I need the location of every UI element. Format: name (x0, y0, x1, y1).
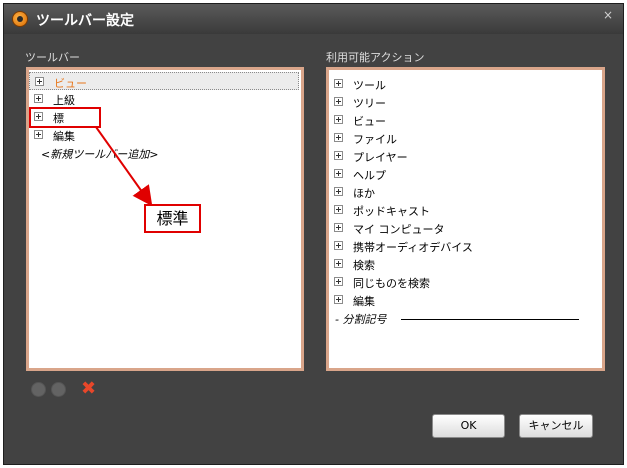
expand-icon[interactable] (334, 241, 343, 250)
action-item-label: 検索 (353, 259, 375, 272)
title-bar: ツールバー設定 × (4, 4, 623, 34)
expand-icon[interactable] (334, 259, 343, 268)
expand-icon[interactable] (334, 223, 343, 232)
available-actions-list[interactable]: ツール ツリー ビュー ファイル プレイヤー ヘルプ ほか ポッドキャスト マイ… (326, 67, 605, 371)
action-item-label: ヘルプ (353, 169, 386, 182)
action-item[interactable]: 検索 (329, 255, 599, 273)
action-item-label: 携帯オーディオデバイス (353, 241, 473, 254)
action-item[interactable]: 編集 (329, 291, 599, 309)
annotation-highlight-box (29, 107, 101, 128)
action-item[interactable]: ポッドキャスト (329, 201, 599, 219)
expand-icon[interactable] (334, 151, 343, 160)
toolbar-item-label: ビュー (54, 77, 87, 90)
toolbar-item-label: 編集 (53, 130, 75, 143)
dialog-title: ツールバー設定 (36, 13, 134, 29)
annotation-callout: 標準 (144, 204, 201, 233)
close-icon[interactable]: × (603, 8, 613, 22)
expand-icon[interactable] (334, 205, 343, 214)
action-item[interactable]: プレイヤー (329, 147, 599, 165)
action-item[interactable]: ヘルプ (329, 165, 599, 183)
delete-icon[interactable]: ✖ (81, 380, 96, 398)
action-item-label: 同じものを検索 (353, 277, 430, 290)
expand-icon[interactable] (334, 79, 343, 88)
action-item-label: ツール (353, 79, 386, 92)
app-logo-icon (12, 11, 28, 27)
action-item-label: プレイヤー (353, 151, 408, 164)
toolbar-item-advanced[interactable]: 上級 (29, 90, 299, 108)
move-up-icon[interactable] (31, 382, 46, 397)
action-item-label: ファイル (353, 133, 397, 146)
action-item[interactable]: 携帯オーディオデバイス (329, 237, 599, 255)
action-item[interactable]: ほか (329, 183, 599, 201)
expand-icon[interactable] (334, 187, 343, 196)
toolbar-item-view[interactable]: ビュー (29, 72, 299, 90)
action-item-label: ビュー (353, 115, 386, 128)
action-item-label: マイ コンピュータ (353, 223, 445, 236)
expand-icon[interactable] (334, 97, 343, 106)
toolbar-item-edit[interactable]: 編集 (29, 126, 299, 144)
action-item[interactable]: ビュー (329, 111, 599, 129)
toolbar-settings-dialog: ツールバー設定 × ツールバー 利用可能アクション ビュー 上級 標 編集 <新… (3, 3, 624, 465)
separator-label: - 分割記号 (335, 313, 387, 326)
cancel-button[interactable]: キャンセル (519, 414, 593, 438)
action-item-label: ほか (353, 187, 375, 200)
add-new-toolbar-label: <新規ツールバー追加> (41, 148, 159, 161)
action-item-label: ポッドキャスト (353, 205, 430, 218)
expand-icon[interactable] (34, 94, 43, 103)
expand-icon[interactable] (334, 133, 343, 142)
expand-icon[interactable] (334, 115, 343, 124)
action-item[interactable]: ツリー (329, 93, 599, 111)
action-item[interactable]: 同じものを検索 (329, 273, 599, 291)
expand-icon[interactable] (34, 130, 43, 139)
action-item[interactable]: ツール (329, 75, 599, 93)
separator-item[interactable]: - 分割記号 (329, 309, 599, 327)
move-down-icon[interactable] (51, 382, 66, 397)
action-item[interactable]: マイ コンピュータ (329, 219, 599, 237)
expand-icon[interactable] (334, 169, 343, 178)
expand-icon[interactable] (334, 295, 343, 304)
add-new-toolbar[interactable]: <新規ツールバー追加> (29, 144, 299, 162)
toolbar-item-label: 上級 (53, 94, 75, 107)
separator-line (401, 319, 579, 320)
available-actions-label: 利用可能アクション (326, 51, 425, 64)
action-item-label: ツリー (353, 97, 386, 110)
expand-icon[interactable] (334, 277, 343, 286)
action-item[interactable]: ファイル (329, 129, 599, 147)
toolbar-list-label: ツールバー (25, 51, 80, 64)
action-item-label: 編集 (353, 295, 375, 308)
expand-icon[interactable] (35, 77, 44, 86)
ok-button[interactable]: OK (432, 414, 505, 438)
